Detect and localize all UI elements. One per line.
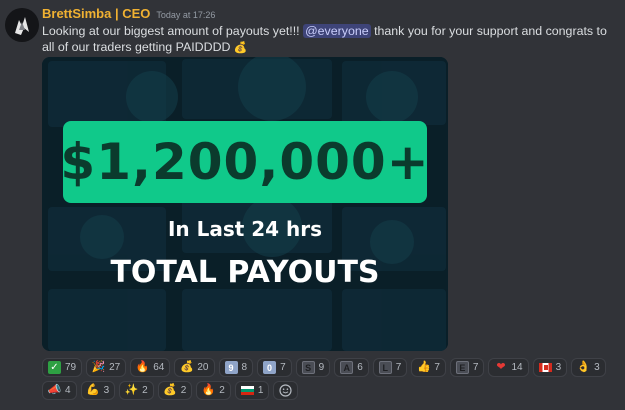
blue-sparkle-icon: ✨ (124, 384, 139, 396)
chat-message: BrettSimba | CEO Today at 17:26 Looking … (42, 6, 617, 56)
reaction-party[interactable]: 🎉 27 (86, 358, 127, 377)
letter-l-icon: L (378, 361, 392, 374)
canada-flag-shape (538, 363, 552, 372)
reaction-count: 7 (395, 362, 402, 373)
message-text-part-1: Looking at our biggest amount of payouts… (42, 24, 304, 38)
add-reaction-icon (279, 384, 292, 397)
image-attachment[interactable]: $1,200,000+ In Last 24 hrs TOTAL PAYOUTS (42, 57, 448, 351)
reaction-money-bag-2[interactable]: 💰 2 (157, 381, 193, 400)
reaction-count: 4 (65, 385, 71, 396)
reaction-count: 27 (109, 362, 121, 373)
reaction-count: 3 (555, 362, 562, 373)
reaction-count: 20 (197, 362, 209, 373)
reaction-letter-a[interactable]: A6 (334, 358, 369, 377)
check-mark-icon: ✓ (48, 361, 61, 374)
reaction-flexed-biceps[interactable]: 💪 3 (80, 381, 116, 400)
reaction-count: 3 (103, 385, 110, 396)
canada-flag-icon (538, 361, 552, 374)
money-bag-icon: 💰 (180, 361, 194, 373)
reaction-ok-hand[interactable]: 👌 3 (571, 358, 606, 377)
author-name[interactable]: BrettSimba | CEO (42, 6, 150, 21)
money-bag-icon: 💰 (233, 42, 248, 54)
reaction-count: 2 (142, 385, 148, 396)
megaphone-icon: 📣 (47, 384, 62, 396)
letter-a-icon: A (340, 361, 354, 374)
message-header: BrettSimba | CEO Today at 17:26 (42, 6, 617, 22)
smiley-plus-icon (279, 384, 292, 397)
reaction-blue-sparkle[interactable]: ✨ 2 (119, 381, 154, 400)
reaction-keycap-0[interactable]: 07 (257, 358, 292, 377)
reaction-count: 64 (153, 362, 165, 373)
thumbs-up-icon: 👍 (416, 361, 431, 373)
payout-title: TOTAL PAYOUTS (110, 255, 380, 290)
reaction-letter-s[interactable]: S9 (295, 358, 331, 377)
reaction-count: 6 (357, 362, 363, 373)
message-timestamp: Today at 17:26 (156, 10, 216, 20)
reaction-count: 7 (280, 362, 286, 373)
party-emoji-icon: 🎉 (91, 361, 106, 373)
avatar-logo-icon (5, 8, 39, 42)
reaction-count: 14 (511, 362, 523, 373)
heart-icon: ❤ (496, 361, 506, 373)
reaction-count: 2 (219, 385, 225, 396)
reaction-thumbs-up[interactable]: 👍 7 (411, 358, 446, 377)
reaction-count: 8 (241, 362, 248, 373)
reaction-heart[interactable]: ❤ 14 (488, 358, 529, 377)
ok-hand-icon: 👌 (576, 361, 591, 373)
reaction-check[interactable]: ✓ 79 (42, 358, 83, 377)
fire-icon: 🔥 (135, 361, 150, 373)
reaction-megaphone[interactable]: 📣 4 (42, 381, 77, 400)
reaction-count: 9 (318, 362, 325, 373)
message-content: Looking at our biggest amount of payouts… (42, 23, 612, 56)
fire-icon: 🔥 (201, 384, 216, 396)
reaction-canada-flag[interactable]: 3 (532, 358, 568, 377)
letter-s-icon: S (301, 361, 315, 374)
everyone-mention[interactable]: @everyone (303, 24, 371, 38)
flexed-biceps-icon: 💪 (86, 384, 100, 396)
reaction-count: 7 (434, 362, 440, 373)
reaction-money-bag[interactable]: 💰 20 (174, 358, 215, 377)
bulgaria-flag-shape (240, 386, 254, 395)
reaction-count: 2 (180, 385, 187, 396)
reaction-letter-e[interactable]: E7 (449, 358, 485, 377)
reaction-letter-l[interactable]: L7 (372, 358, 408, 377)
payout-period: In Last 24 hrs (167, 217, 323, 241)
reaction-count: 7 (472, 362, 479, 373)
keycap-9-icon: 9 (224, 361, 238, 374)
reaction-fire[interactable]: 🔥 64 (130, 358, 171, 377)
reaction-count: 3 (594, 362, 600, 373)
reaction-bulgaria-flag[interactable]: 1 (234, 381, 270, 400)
reaction-bar: ✓ 79 🎉 27 🔥 64 💰 20 98 07 S9 A6 L7 👍 7 E7 ❤ 14… (42, 358, 622, 400)
attachment-background (42, 57, 448, 351)
payout-amount: $1,200,000+ (60, 121, 429, 203)
letter-e-icon: E (455, 361, 469, 374)
author-avatar[interactable] (5, 8, 39, 42)
reaction-keycap-9[interactable]: 98 (218, 358, 254, 377)
money-bag-icon: 💰 (163, 384, 178, 396)
check-glyph: ✓ (48, 361, 61, 374)
reaction-fire-2[interactable]: 🔥 2 (196, 381, 231, 400)
reaction-count: 1 (257, 385, 264, 396)
keycap-0-icon: 0 (263, 361, 277, 374)
add-reaction-button[interactable] (273, 381, 299, 400)
reaction-count: 79 (65, 362, 77, 373)
bulgaria-flag-icon (240, 384, 254, 397)
